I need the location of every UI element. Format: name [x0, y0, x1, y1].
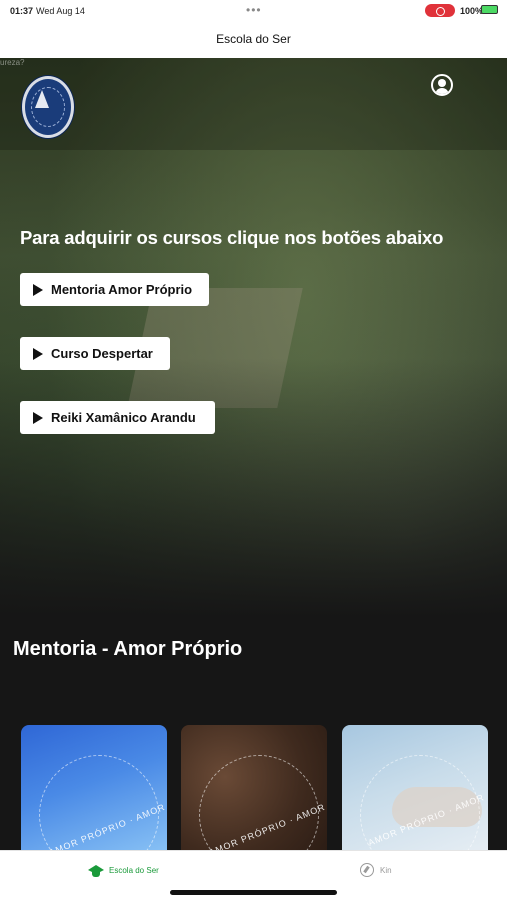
graduation-cap-icon	[88, 863, 104, 877]
hero-header-overlay	[0, 58, 507, 150]
mentoria-amor-proprio-button[interactable]: Mentoria Amor Próprio	[20, 273, 209, 306]
play-icon	[33, 411, 43, 424]
play-icon	[33, 347, 43, 360]
button-label: Mentoria Amor Próprio	[51, 282, 193, 297]
profile-icon[interactable]	[431, 74, 453, 96]
course-card[interactable]: AMOR PRÓPRIO · AMOR PRÓPRIO	[181, 725, 327, 850]
screen-recording-icon	[425, 4, 455, 17]
multitask-dots-icon[interactable]: •••	[246, 3, 262, 17]
hero-section: ureza? Para adquirir os cursos clique no…	[0, 58, 507, 850]
hero-gradient	[0, 358, 507, 618]
home-indicator[interactable]	[170, 890, 337, 895]
status-date: Wed Aug 14	[36, 6, 85, 16]
compass-icon	[360, 863, 374, 877]
section-title: Mentoria - Amor Próprio	[13, 638, 243, 660]
battery-percentage: 100%	[460, 6, 484, 16]
play-icon	[33, 283, 43, 296]
course-card[interactable]: AMOR PRÓPRIO · AMOR PRÓPRIO	[21, 725, 167, 850]
status-time: 01:37	[10, 6, 34, 16]
escola-do-ser-logo[interactable]	[22, 76, 74, 138]
tab-kin[interactable]: Kin	[360, 863, 392, 877]
button-label: Curso Despertar	[51, 346, 153, 361]
background-text: ureza?	[0, 58, 25, 67]
reiki-xamanico-arandu-button[interactable]: Reiki Xamânico Arandu	[20, 401, 215, 434]
hero-heading: Para adquirir os cursos clique nos botõe…	[20, 227, 444, 248]
logo-triangle-icon	[35, 90, 49, 108]
tab-label: Escola do Ser	[109, 865, 159, 875]
course-card[interactable]: AMOR PRÓPRIO · AMOR	[342, 725, 488, 850]
tab-escola-do-ser[interactable]: Escola do Ser	[88, 863, 159, 877]
battery-icon	[481, 5, 498, 14]
navigation-bar: Escola do Ser	[0, 22, 507, 58]
button-label: Reiki Xamânico Arandu	[51, 410, 196, 425]
tab-label: Kin	[380, 865, 392, 875]
curso-despertar-button[interactable]: Curso Despertar	[20, 337, 170, 370]
app-title: Escola do Ser	[216, 32, 291, 46]
status-bar: 01:37 Wed Aug 14 ••• 100%	[0, 0, 507, 22]
